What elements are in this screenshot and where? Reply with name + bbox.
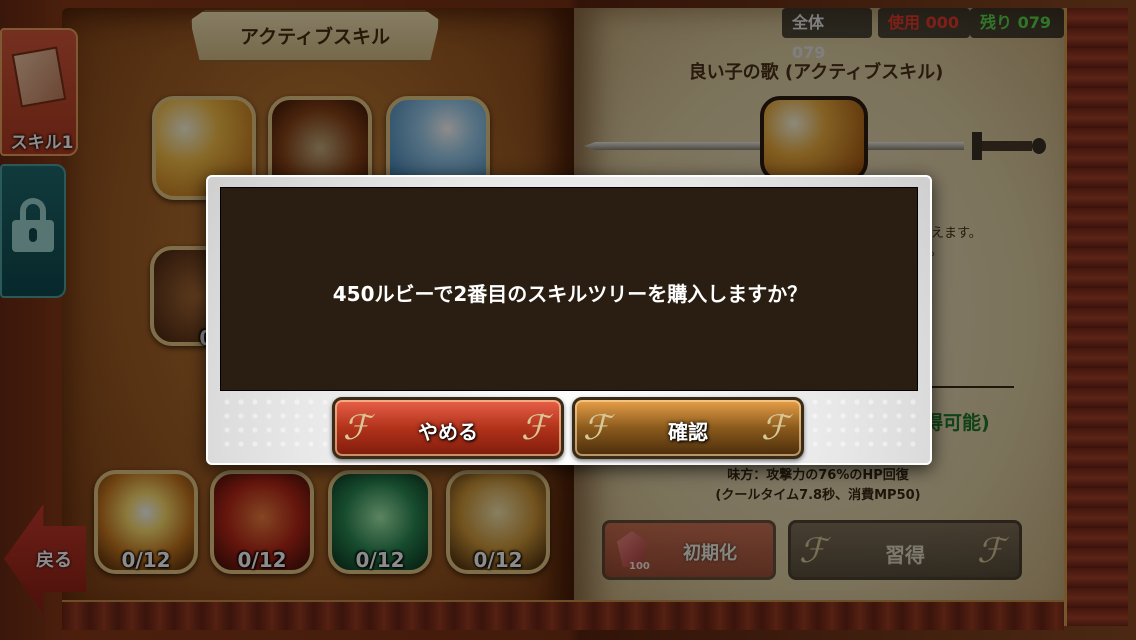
flourish-ornament-icon: ℱ: [761, 408, 788, 448]
lace-pattern: [220, 395, 918, 455]
dialog-message-panel: 450ルビーで2番目のスキルツリーを購入しますか？: [220, 187, 918, 391]
purchase-confirm-dialog: 450ルビーで2番目のスキルツリーを購入しますか？ ℱ やめる ℱ ℱ 確認 ℱ: [206, 175, 932, 465]
confirm-button[interactable]: ℱ 確認 ℱ: [572, 397, 804, 459]
cancel-button[interactable]: ℱ やめる ℱ: [332, 397, 564, 459]
flourish-ornament-icon: ℱ: [521, 408, 548, 448]
dialog-message: 450ルビーで2番目のスキルツリーを購入しますか？: [332, 282, 808, 306]
